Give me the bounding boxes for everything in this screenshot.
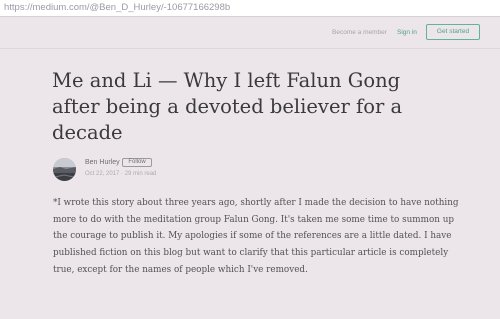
article-intro: *I wrote this story about three years ag… — [53, 198, 459, 275]
article-meta: Oct 22, 2017 · 29 min read — [85, 171, 157, 177]
sign-in-link[interactable]: Sign in — [397, 29, 417, 36]
become-member-link[interactable]: Become a member — [332, 29, 387, 36]
author-name[interactable]: Ben Hurley — [85, 159, 120, 166]
article-title: Me and Li — Why I left Falun Gong after … — [52, 69, 403, 144]
top-navbar: Become a member Sign in Get started — [0, 17, 500, 49]
author-avatar-icon — [53, 158, 76, 181]
author-avatar[interactable] — [53, 158, 76, 181]
follow-button[interactable]: Follow — [122, 158, 152, 167]
browser-address-bar[interactable]: https://medium.com/@Ben_D_Hurley/-106771… — [0, 0, 500, 17]
url-text[interactable]: https://medium.com/@Ben_D_Hurley/-106771… — [4, 2, 230, 13]
get-started-button[interactable]: Get started — [426, 24, 480, 40]
